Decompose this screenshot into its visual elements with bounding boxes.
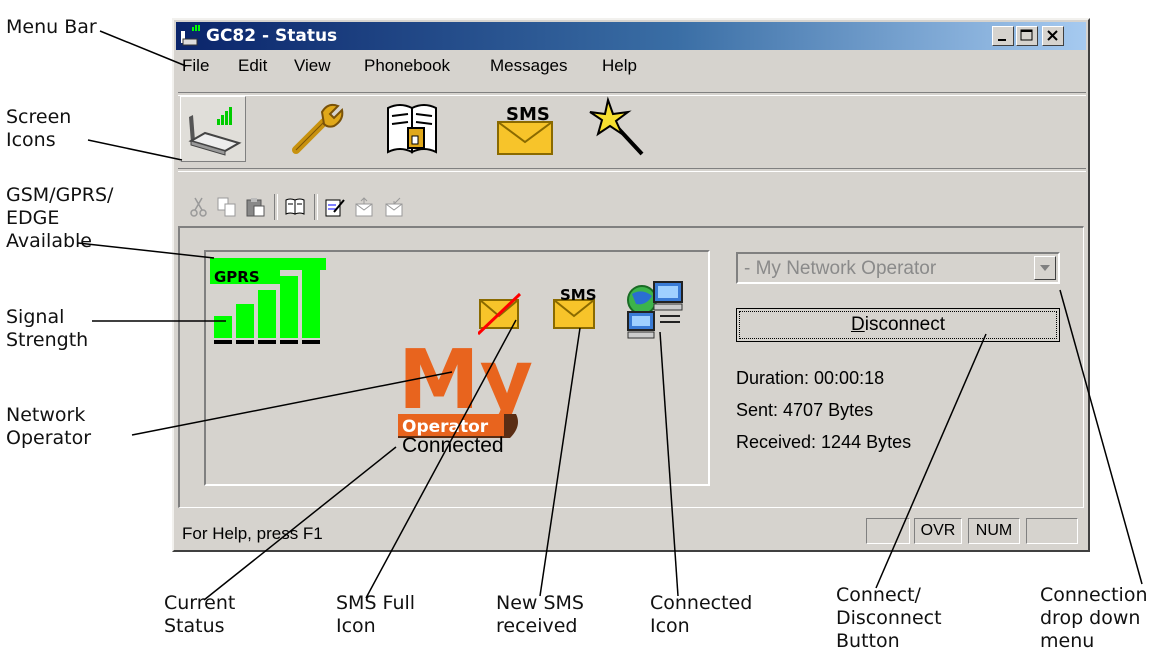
screen-sms-button[interactable]: SMS (492, 96, 558, 162)
network-operator-dropdown[interactable]: - My Network Operator (736, 252, 1060, 284)
callout-new-sms: New SMS received (496, 592, 584, 637)
toolbar-divider (274, 194, 278, 220)
callout-operator: Network Operator (6, 404, 92, 449)
paste-icon[interactable] (244, 196, 266, 218)
title-bar[interactable]: GC82 - Status (176, 22, 1086, 50)
callout-menu-bar: Menu Bar (6, 16, 97, 38)
menu-messages[interactable]: Messages (490, 56, 567, 76)
received-text: Received: 1244 Bytes (736, 432, 912, 452)
sms-icon: SMS (497, 104, 553, 155)
settings-wrench-icon (292, 103, 344, 154)
menu-help[interactable]: Help (602, 56, 637, 76)
application-window: GC82 - Status File Edit View Phonebook M… (172, 18, 1090, 552)
disconnect-button[interactable]: Disconnect (736, 308, 1060, 342)
chevron-down-icon (1040, 265, 1050, 271)
receive-icon[interactable] (384, 196, 406, 218)
network-operator-logo: My Operator (398, 338, 533, 438)
statusbar-panel-1 (866, 518, 910, 544)
close-icon (1047, 30, 1058, 41)
callout-connect-button: Connect/ Disconnect Button (836, 584, 942, 652)
menu-phonebook[interactable]: Phonebook (364, 56, 450, 76)
callout-gsm: GSM/GPRS/ EDGE Available (6, 184, 114, 252)
help-text: For Help, press F1 (182, 524, 323, 543)
menu-edit[interactable]: Edit (238, 56, 267, 76)
status-icon (188, 107, 242, 156)
maximize-icon (1020, 29, 1033, 41)
send-icon[interactable] (354, 196, 376, 218)
connection-status: Connected (402, 434, 504, 457)
statusbar-panel-4 (1026, 518, 1078, 544)
close-button[interactable] (1042, 26, 1064, 46)
sms-icon-label: SMS (506, 104, 550, 125)
screen-phonebook-button[interactable] (380, 96, 446, 162)
menu-view[interactable]: View (294, 56, 331, 76)
sent-text: Sent: 4707 Bytes (736, 400, 874, 420)
status-bar: For Help, press F1 OVR NUM (176, 510, 1086, 548)
window-title: GC82 - Status (206, 26, 338, 46)
callout-signal: Signal Strength (6, 306, 89, 351)
screen-settings-button[interactable] (284, 96, 350, 162)
callout-drop-down: Connection drop down menu (1040, 584, 1148, 652)
maximize-button[interactable] (1016, 26, 1038, 46)
compose-icon[interactable] (324, 196, 346, 218)
dropdown-arrow-button[interactable] (1034, 256, 1056, 280)
callout-sms-full: SMS Full Icon (336, 592, 416, 637)
minimize-button[interactable] (992, 26, 1014, 46)
minimize-icon (998, 39, 1006, 41)
callout-current-status: Current Status (164, 592, 236, 637)
network-operator-value: - My Network Operator (744, 258, 937, 279)
network-type-label: GPRS (214, 268, 260, 286)
menu-file[interactable]: File (182, 56, 209, 76)
screen-status-button[interactable] (180, 96, 246, 162)
disconnect-label: Disconnect (850, 314, 945, 335)
statusbar-num: NUM (968, 518, 1020, 544)
cut-icon[interactable] (188, 196, 210, 218)
new-sms-label: SMS (560, 286, 597, 304)
statusbar-ovr: OVR (914, 518, 962, 544)
phonebook-icon (387, 104, 437, 154)
copy-icon[interactable] (216, 196, 238, 218)
callout-connected-icon: Connected Icon (650, 592, 753, 637)
toolbar-divider-2 (314, 194, 318, 220)
screen-wizard-button[interactable] (586, 96, 652, 162)
duration-text: Duration: 00:00:18 (736, 368, 885, 388)
status-panel: GPRS SMS My Operator Connected (204, 250, 710, 486)
sms-full-icon (478, 292, 522, 336)
toolbar-separator (178, 168, 1086, 172)
wizard-icon (589, 96, 644, 156)
new-sms-icon: SMS (553, 286, 597, 329)
phonebook-small-icon[interactable] (284, 196, 306, 218)
signal-strength-icon: GPRS (210, 258, 326, 344)
callout-screen-icons: Screen Icons (6, 106, 72, 151)
app-icon (181, 25, 200, 46)
connected-icon (627, 281, 683, 339)
